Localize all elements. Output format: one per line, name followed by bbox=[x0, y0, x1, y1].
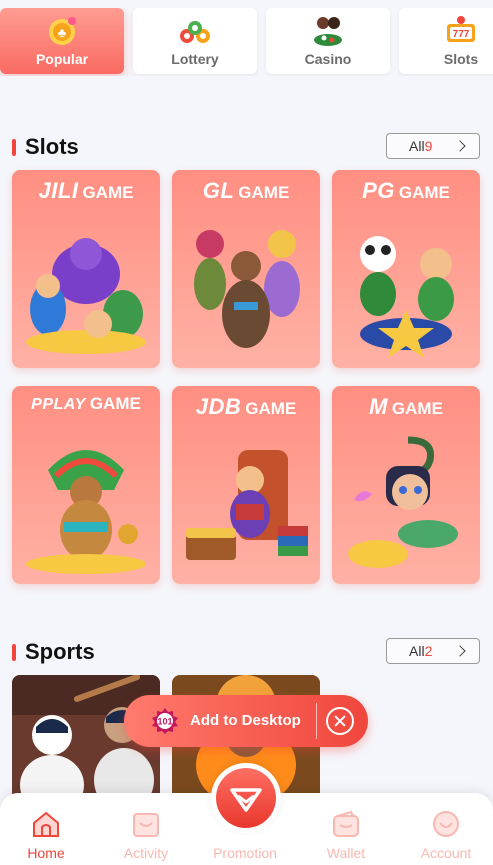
game-card-brand: PPLAY GAME bbox=[12, 394, 160, 414]
brand-suffix: GAME bbox=[398, 183, 450, 202]
slots-all-count: 9 bbox=[424, 138, 433, 154]
tab-popular[interactable]: ♣ Popular bbox=[0, 8, 124, 74]
slots-all-button[interactable]: All9 bbox=[386, 133, 480, 159]
chevron-right-icon bbox=[454, 645, 466, 657]
game-card-brand: PG GAME bbox=[332, 178, 480, 204]
slots-icon: 777 bbox=[447, 16, 475, 42]
tab-popular-label: Popular bbox=[35, 51, 89, 67]
tab-lottery[interactable]: Lottery bbox=[133, 8, 257, 74]
activity-icon bbox=[133, 813, 159, 837]
promotion-fab-button[interactable] bbox=[211, 763, 281, 833]
nav-home[interactable]: Home bbox=[0, 793, 95, 865]
game-art-image bbox=[348, 436, 458, 568]
category-tabs: ♣ Popular Lottery Casino 777 Slots bbox=[0, 8, 493, 76]
app-logo-icon: 101 bbox=[152, 708, 178, 734]
tab-casino[interactable]: Casino bbox=[266, 8, 390, 74]
nav-activity-label: Activity bbox=[123, 845, 169, 861]
game-card-gl[interactable]: GL GAME bbox=[172, 170, 320, 368]
nav-account[interactable]: Account bbox=[397, 793, 493, 865]
svg-text:777: 777 bbox=[453, 29, 470, 40]
nav-account-label: Account bbox=[420, 845, 472, 861]
nav-activity[interactable]: Activity bbox=[97, 793, 195, 865]
sports-all-button[interactable]: All2 bbox=[386, 638, 480, 664]
sports-all-label: All bbox=[409, 643, 425, 659]
brand-suffix: GAME bbox=[238, 183, 290, 202]
account-icon bbox=[433, 811, 459, 837]
tab-lottery-label: Lottery bbox=[171, 51, 219, 67]
section-accent-bar bbox=[12, 644, 16, 661]
popular-icon: ♣ bbox=[49, 17, 76, 45]
game-card-pg[interactable]: PG GAME bbox=[332, 170, 480, 368]
nav-promotion-label: Promotion bbox=[213, 845, 277, 861]
add-to-desktop-label: Add to Desktop bbox=[190, 712, 301, 729]
brand-suffix: GAME bbox=[89, 394, 141, 413]
game-card-jdb[interactable]: JDB GAME bbox=[172, 386, 320, 584]
brand-logo: M bbox=[369, 394, 388, 419]
add-to-desktop-banner[interactable]: 101 Add to Desktop bbox=[124, 695, 368, 747]
chevron-right-icon bbox=[454, 140, 466, 152]
game-card-microgaming[interactable]: M GAME bbox=[332, 386, 480, 584]
lottery-icon bbox=[180, 21, 210, 43]
home-icon bbox=[33, 811, 59, 837]
casino-icon bbox=[314, 17, 342, 46]
slots-all-label: All bbox=[409, 138, 425, 154]
app-logo-badge: 101 bbox=[157, 717, 172, 727]
game-card-brand: JILI GAME bbox=[12, 178, 160, 204]
game-art-image bbox=[26, 238, 146, 354]
game-card-brand: JDB GAME bbox=[172, 394, 320, 420]
section-accent-bar bbox=[12, 139, 16, 156]
brand-logo: JDB bbox=[195, 394, 242, 419]
game-art-image bbox=[360, 236, 454, 358]
tab-slots-label: Slots bbox=[443, 51, 479, 67]
brand-suffix: GAME bbox=[245, 399, 297, 418]
sports-section-title: Sports bbox=[25, 639, 95, 664]
brand-logo: PPLAY bbox=[31, 396, 86, 413]
game-art-image bbox=[186, 450, 308, 560]
slots-section-header: Slots All9 bbox=[12, 133, 480, 161]
brand-logo: GL bbox=[202, 178, 235, 203]
divider bbox=[316, 703, 317, 739]
game-art-image bbox=[194, 230, 300, 348]
svg-text:♣: ♣ bbox=[58, 25, 67, 40]
wallet-icon bbox=[333, 810, 359, 837]
game-art-image bbox=[26, 450, 146, 574]
promotion-fab-inner bbox=[216, 768, 276, 828]
sports-all-count: 2 bbox=[424, 643, 433, 659]
nav-wallet[interactable]: Wallet bbox=[297, 793, 395, 865]
game-card-brand: M GAME bbox=[332, 394, 480, 420]
brand-logo: PG bbox=[362, 178, 395, 203]
close-icon[interactable] bbox=[326, 707, 354, 735]
brand-suffix: GAME bbox=[82, 183, 134, 202]
slots-section-title: Slots bbox=[25, 134, 79, 159]
game-card-brand: GL GAME bbox=[172, 178, 320, 204]
promotion-icon bbox=[230, 788, 262, 812]
brand-logo: JILI bbox=[38, 178, 79, 203]
tab-casino-label: Casino bbox=[304, 51, 352, 67]
nav-wallet-label: Wallet bbox=[326, 845, 366, 861]
tab-slots[interactable]: 777 Slots bbox=[399, 8, 493, 74]
game-card-pplay[interactable]: PPLAY GAME bbox=[12, 386, 160, 584]
sports-section-header: Sports All2 bbox=[12, 638, 480, 666]
game-card-jili[interactable]: JILI GAME bbox=[12, 170, 160, 368]
brand-suffix: GAME bbox=[391, 399, 443, 418]
nav-home-label: Home bbox=[27, 845, 65, 861]
